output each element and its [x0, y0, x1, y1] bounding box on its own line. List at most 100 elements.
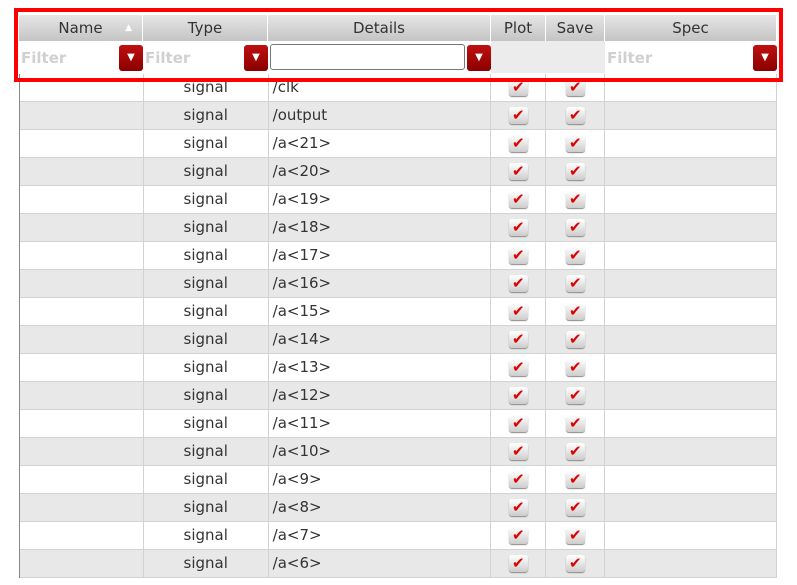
type-cell: signal — [144, 326, 269, 353]
details-cell: /a<10> — [269, 438, 492, 465]
save-checkbox[interactable]: ✔ — [565, 527, 585, 544]
name-cell — [20, 522, 144, 549]
column-header-type[interactable]: Type — [143, 15, 268, 41]
plot-checkbox[interactable]: ✔ — [508, 527, 528, 544]
chevron-down-icon[interactable]: ▼ — [119, 45, 143, 71]
save-cell: ✔ — [546, 382, 606, 409]
plot-checkbox[interactable]: ✔ — [508, 415, 528, 432]
save-checkbox[interactable]: ✔ — [565, 79, 585, 96]
plot-checkbox[interactable]: ✔ — [508, 471, 528, 488]
table-row[interactable]: signal /a<15> ✔ ✔ — [20, 298, 777, 326]
save-checkbox[interactable]: ✔ — [565, 107, 585, 124]
save-cell: ✔ — [546, 102, 606, 129]
filter-row: Filter ▼ Filter ▼ ▼ Filter ▼ — [19, 41, 777, 74]
plot-checkbox[interactable]: ✔ — [508, 303, 528, 320]
plot-checkbox[interactable]: ✔ — [508, 247, 528, 264]
chevron-down-icon[interactable]: ▼ — [467, 45, 491, 71]
save-checkbox[interactable]: ✔ — [565, 443, 585, 460]
plot-checkbox[interactable]: ✔ — [508, 135, 528, 152]
column-header-spec[interactable]: Spec — [605, 15, 777, 41]
details-cell: /a<9> — [269, 466, 492, 493]
table-row[interactable]: signal /a<13> ✔ ✔ — [20, 354, 777, 382]
save-checkbox[interactable]: ✔ — [565, 135, 585, 152]
type-cell: signal — [144, 550, 269, 577]
save-cell: ✔ — [546, 214, 606, 241]
save-checkbox[interactable]: ✔ — [565, 387, 585, 404]
type-filter[interactable]: Filter ▼ — [143, 41, 268, 73]
save-checkbox[interactable]: ✔ — [565, 163, 585, 180]
spec-cell — [605, 550, 777, 577]
table-row[interactable]: signal /a<9> ✔ ✔ — [20, 466, 777, 494]
column-header-name[interactable]: Name ▲ — [19, 15, 143, 41]
details-cell: /a<7> — [269, 522, 492, 549]
plot-checkbox[interactable]: ✔ — [508, 79, 528, 96]
table-row[interactable]: signal /a<20> ✔ ✔ — [20, 158, 777, 186]
save-checkbox[interactable]: ✔ — [565, 415, 585, 432]
table-row[interactable]: signal /a<19> ✔ ✔ — [20, 186, 777, 214]
table-row[interactable]: signal /a<8> ✔ ✔ — [20, 494, 777, 522]
save-checkbox[interactable]: ✔ — [565, 303, 585, 320]
save-checkbox[interactable]: ✔ — [565, 247, 585, 264]
table-row[interactable]: signal /a<7> ✔ ✔ — [20, 522, 777, 550]
table-row[interactable]: signal /a<14> ✔ ✔ — [20, 326, 777, 354]
plot-cell: ✔ — [491, 466, 547, 493]
spec-filter[interactable]: Filter ▼ — [605, 41, 777, 73]
table-row[interactable]: signal /a<11> ✔ ✔ — [20, 410, 777, 438]
name-cell — [20, 438, 144, 465]
table-row[interactable]: signal /a<12> ✔ ✔ — [20, 382, 777, 410]
column-header-save[interactable]: Save — [546, 15, 605, 41]
details-filter[interactable]: ▼ — [268, 41, 491, 73]
chevron-down-icon[interactable]: ▼ — [244, 45, 268, 71]
plot-checkbox[interactable]: ✔ — [508, 275, 528, 292]
plot-checkbox[interactable]: ✔ — [508, 555, 528, 572]
table-row[interactable]: signal /output ✔ ✔ — [20, 102, 777, 130]
table-row[interactable]: signal /a<18> ✔ ✔ — [20, 214, 777, 242]
chevron-down-icon[interactable]: ▼ — [753, 45, 777, 71]
save-checkbox[interactable]: ✔ — [565, 219, 585, 236]
plot-checkbox[interactable]: ✔ — [508, 219, 528, 236]
table-row[interactable]: signal /a<17> ✔ ✔ — [20, 242, 777, 270]
type-cell: signal — [144, 382, 269, 409]
spec-cell — [605, 74, 777, 101]
table-row[interactable]: signal /a<21> ✔ ✔ — [20, 130, 777, 158]
plot-cell: ✔ — [491, 158, 547, 185]
plot-checkbox[interactable]: ✔ — [508, 331, 528, 348]
spec-cell — [605, 438, 777, 465]
name-cell — [20, 550, 144, 577]
plot-cell: ✔ — [491, 550, 547, 577]
save-checkbox[interactable]: ✔ — [565, 499, 585, 516]
save-cell: ✔ — [546, 130, 606, 157]
name-cell — [20, 410, 144, 437]
save-checkbox[interactable]: ✔ — [565, 471, 585, 488]
name-cell — [20, 214, 144, 241]
table-row[interactable]: signal /clk ✔ ✔ — [20, 74, 777, 102]
plot-checkbox[interactable]: ✔ — [508, 191, 528, 208]
type-cell: signal — [144, 158, 269, 185]
spec-cell — [605, 298, 777, 325]
column-header-details[interactable]: Details — [268, 15, 491, 41]
column-header-plot[interactable]: Plot — [491, 15, 546, 41]
save-checkbox[interactable]: ✔ — [565, 331, 585, 348]
save-checkbox[interactable]: ✔ — [565, 191, 585, 208]
plot-checkbox[interactable]: ✔ — [508, 443, 528, 460]
save-checkbox[interactable]: ✔ — [565, 359, 585, 376]
name-filter[interactable]: Filter ▼ — [19, 41, 143, 73]
plot-checkbox[interactable]: ✔ — [508, 499, 528, 516]
plot-cell: ✔ — [491, 298, 547, 325]
table-body: signal /clk ✔ ✔ signal /output ✔ ✔ signa… — [19, 74, 777, 578]
details-filter-input[interactable] — [270, 44, 465, 70]
plot-checkbox[interactable]: ✔ — [508, 163, 528, 180]
table-row[interactable]: signal /a<16> ✔ ✔ — [20, 270, 777, 298]
plot-checkbox[interactable]: ✔ — [508, 107, 528, 124]
spec-cell — [605, 102, 777, 129]
plot-checkbox[interactable]: ✔ — [508, 387, 528, 404]
save-cell: ✔ — [546, 158, 606, 185]
plot-checkbox[interactable]: ✔ — [508, 359, 528, 376]
name-cell — [20, 158, 144, 185]
name-cell — [20, 466, 144, 493]
details-cell: /output — [269, 102, 492, 129]
table-row[interactable]: signal /a<10> ✔ ✔ — [20, 438, 777, 466]
table-row[interactable]: signal /a<6> ✔ ✔ — [20, 550, 777, 578]
save-checkbox[interactable]: ✔ — [565, 555, 585, 572]
save-checkbox[interactable]: ✔ — [565, 275, 585, 292]
